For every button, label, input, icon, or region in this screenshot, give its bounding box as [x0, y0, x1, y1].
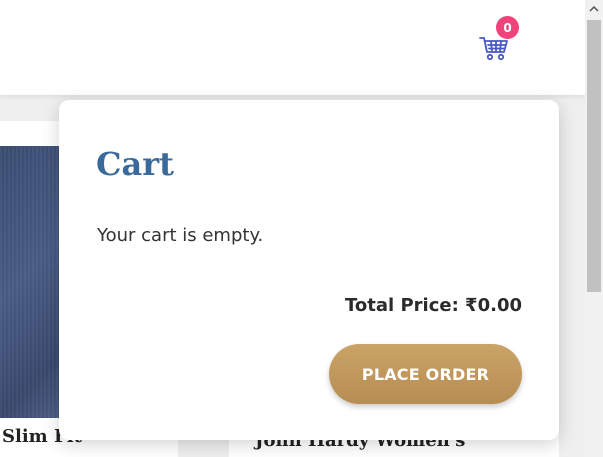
chevron-up-icon [589, 5, 599, 12]
cart-panel: Cart Your cart is empty. Total Price: ₹0… [59, 100, 559, 440]
page: 0 Slim Fit John Hardy Women's Cart Your … [0, 0, 603, 457]
scroll-up-button[interactable] [585, 0, 603, 17]
place-order-button[interactable]: PLACE ORDER [329, 344, 522, 404]
scrollbar-thumb[interactable] [587, 20, 601, 292]
header: 0 [0, 0, 585, 95]
cart-title: Cart [96, 145, 174, 183]
cart-empty-message: Your cart is empty. [97, 225, 264, 246]
cart-count-badge: 0 [496, 16, 519, 39]
cart-total-price: Total Price: ₹0.00 [345, 295, 522, 316]
vertical-scrollbar[interactable] [585, 0, 603, 457]
